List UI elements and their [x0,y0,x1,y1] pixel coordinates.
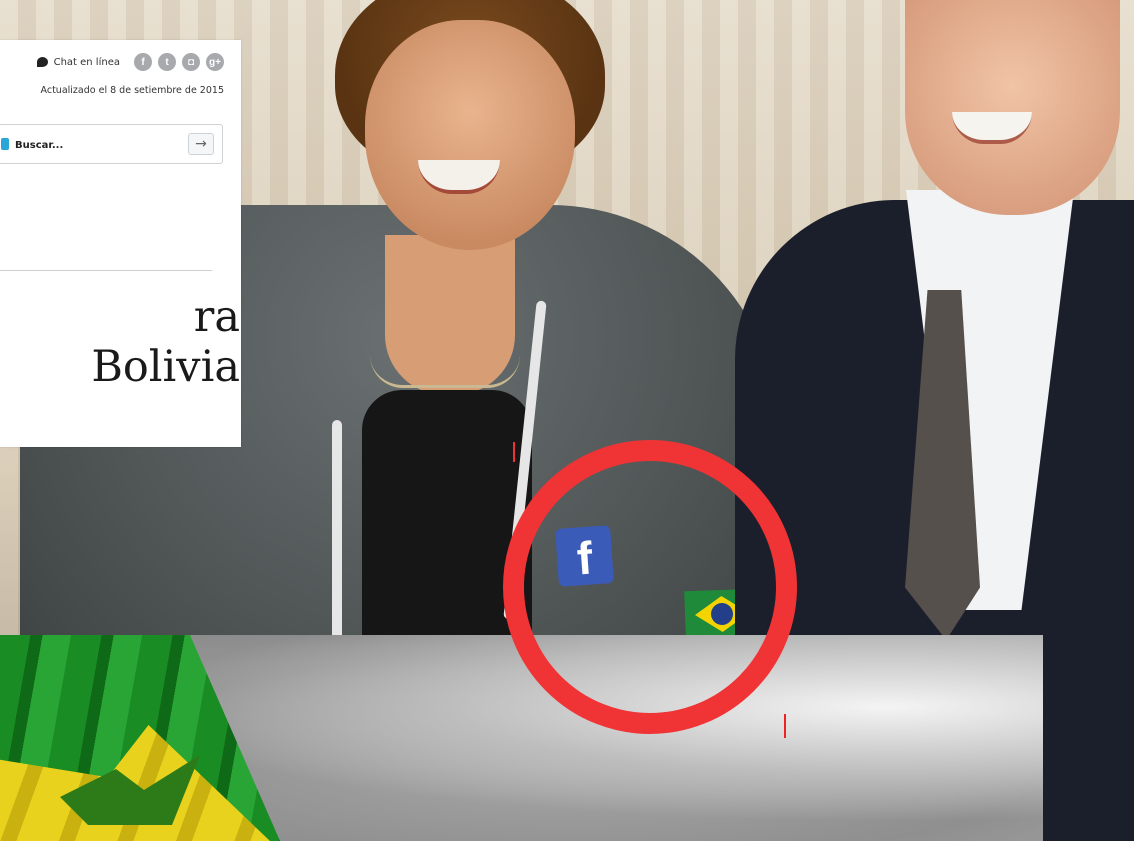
red-mark [513,442,515,462]
chat-link[interactable]: Chat en línea [54,57,120,68]
red-circle-annotation [503,440,797,734]
man-face [905,0,1120,215]
headline-line-2: Bolivia [91,342,240,392]
headline-line-1: ra [193,292,240,342]
twitter-icon[interactable]: t [158,53,176,71]
hoodie-drawstring-left [332,420,342,640]
facebook-icon[interactable]: f [134,53,152,71]
necklace [370,355,520,388]
search-input[interactable] [13,134,177,156]
search-box: → [0,124,223,164]
newspaper-header-panel: Chat en línea f t ◘ g+ Actualizado el 8 … [0,40,241,447]
article-headline[interactable]: ra Bolivia [0,292,240,392]
search-submit-button[interactable]: → [188,133,214,155]
woman-face [365,20,575,250]
updated-date: Actualizado el 8 de setiembre de 2015 [40,85,224,96]
search-accent-icon [1,138,9,150]
divider [0,270,212,271]
google-plus-icon[interactable]: g+ [206,53,224,71]
red-mark [784,714,786,738]
chat-bubble-icon[interactable] [36,57,48,67]
flag-clouds-image [0,635,1043,841]
instagram-icon[interactable]: ◘ [182,53,200,71]
top-utility-bar: Chat en línea f t ◘ g+ [36,53,224,71]
